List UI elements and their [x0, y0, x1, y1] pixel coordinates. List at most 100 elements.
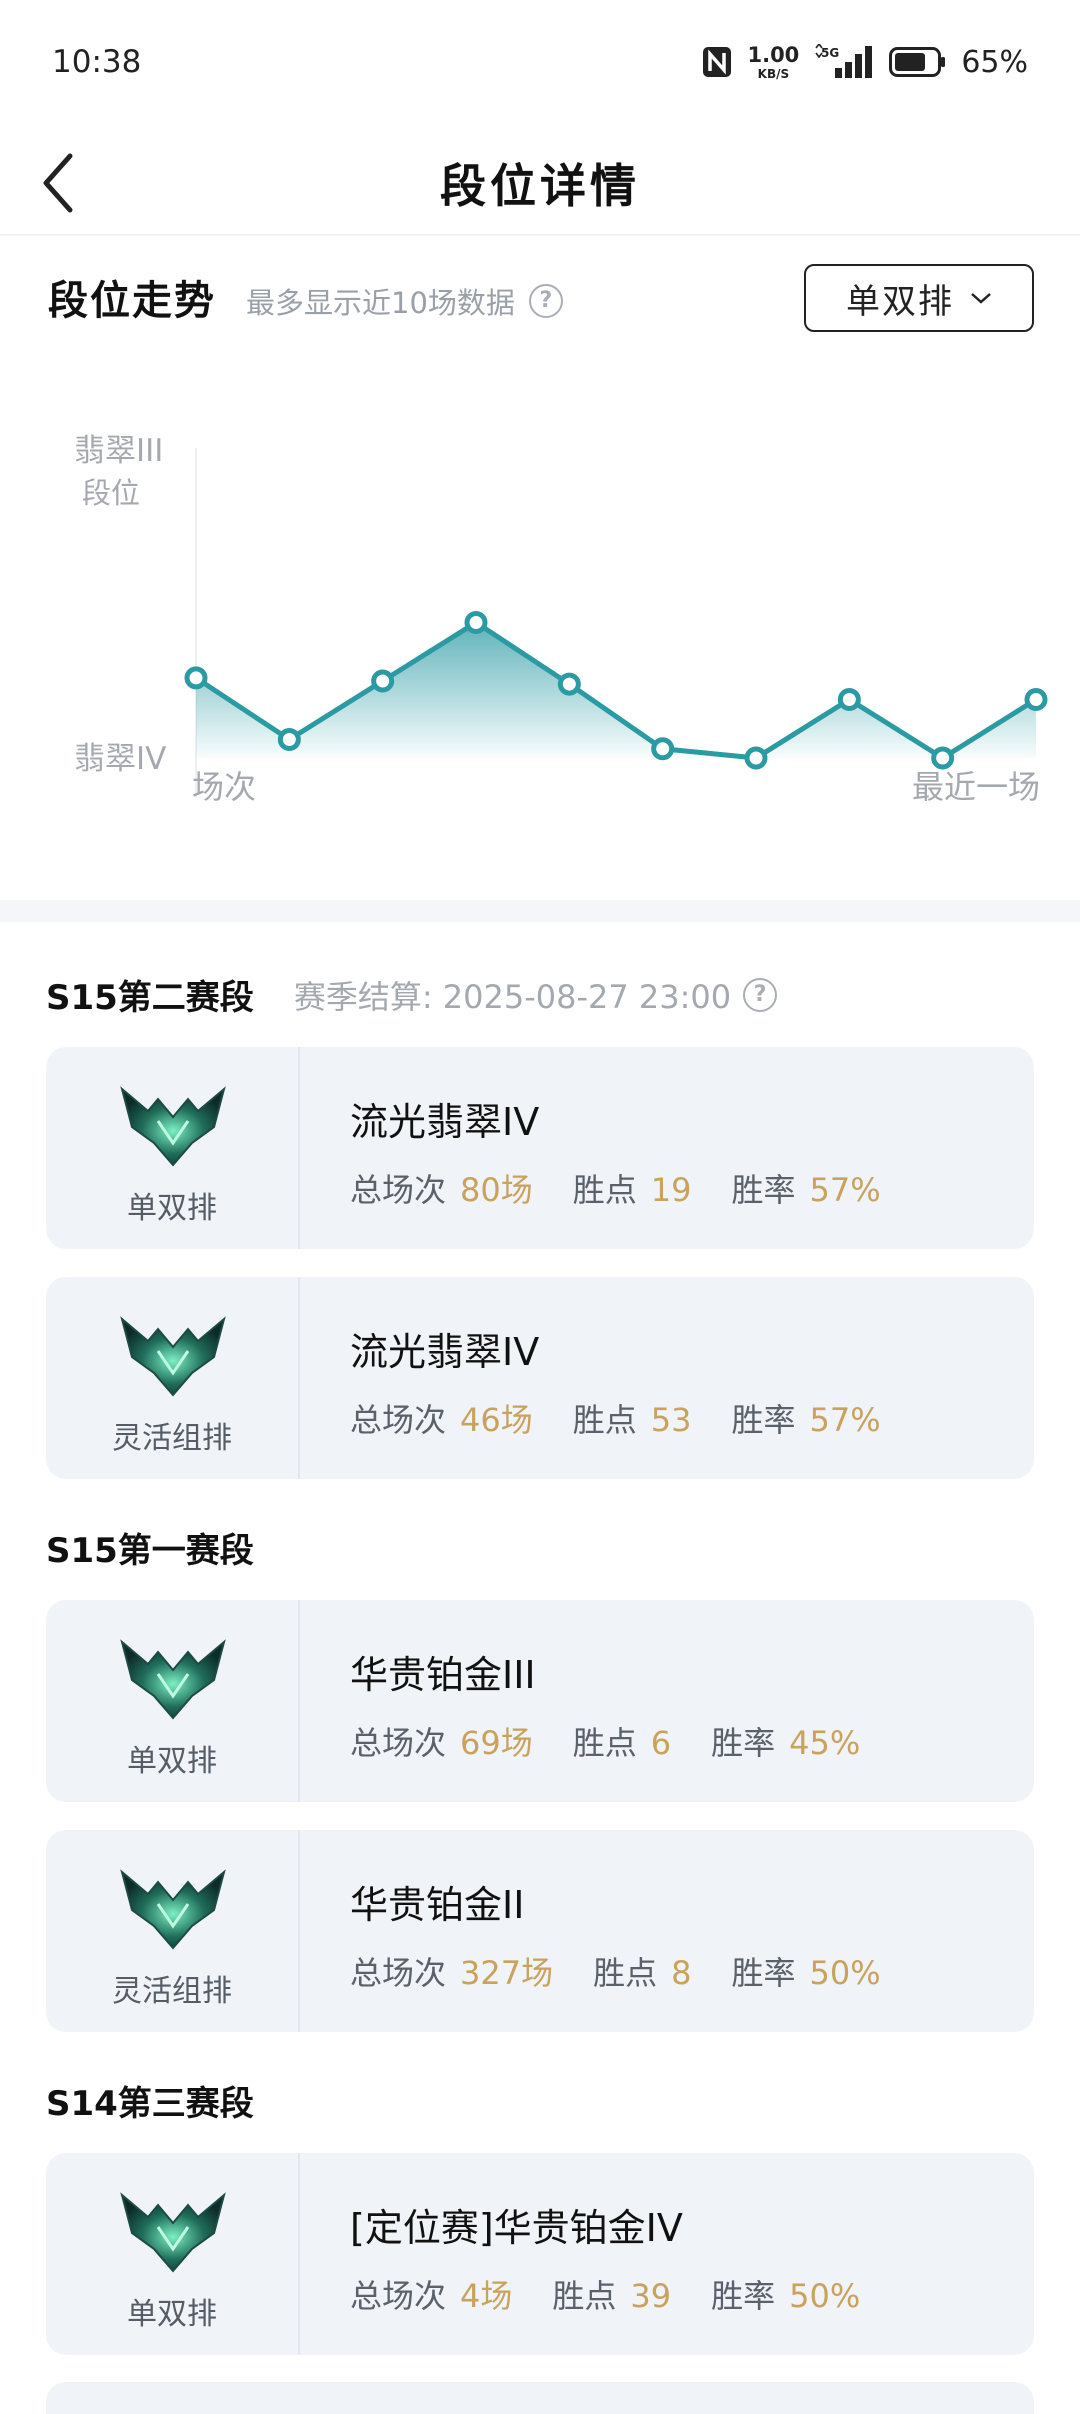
- lp-value: 8: [671, 1954, 692, 1992]
- rank-card-left: 单双排: [46, 1047, 300, 1249]
- season-header: S15第二赛段 赛季结算: 2025-08-27 23:00?: [46, 970, 778, 1019]
- winrate-value: 50%: [809, 1954, 881, 1992]
- net-speed-unit: KB/S: [757, 66, 790, 81]
- winrate-label: 胜率: [731, 1401, 796, 1439]
- rank-name: 流光翡翠IV: [350, 1100, 540, 1144]
- queue-label: 灵活组排: [112, 1421, 232, 1456]
- lp-value: 19: [650, 1171, 692, 1209]
- queue-label: 单双排: [127, 1191, 217, 1226]
- rank-card[interactable]: 单双排 [定位赛]华贵铂金IV 总场次 4场 胜点 39 胜率 50%: [46, 2153, 1034, 2355]
- rank-card[interactable]: 单双排 流光翡翠IV 总场次 80场 胜点 19 胜率 57%: [46, 1047, 1034, 1249]
- games-value: 69场: [460, 1724, 533, 1762]
- queue-label: 单双排: [127, 1744, 217, 1779]
- season-name: S15第二赛段: [46, 978, 254, 1018]
- stats-row: 总场次 69场 胜点 6 胜率 45%: [350, 1718, 860, 1764]
- y-tick-label: 翡翠IV: [74, 741, 166, 777]
- battery-icon: [889, 47, 946, 77]
- queue-label: 单双排: [127, 2297, 217, 2332]
- rank-emblem-icon: [120, 1316, 226, 1397]
- rank-emblem-icon: [120, 1869, 226, 1950]
- data-point[interactable]: [837, 687, 861, 711]
- section-divider: [0, 900, 1080, 922]
- status-time: 10:38: [52, 44, 142, 80]
- y-axis-label: 段位: [82, 476, 140, 510]
- data-point[interactable]: [464, 610, 488, 634]
- x-axis-end-label: 最近一场: [912, 768, 1040, 806]
- season-header: S15第一赛段: [46, 1523, 254, 1572]
- winrate-value: 50%: [789, 2277, 861, 2315]
- help-icon[interactable]: ?: [743, 977, 778, 1012]
- lp-label: 胜点: [552, 2277, 617, 2315]
- winrate-value: 57%: [809, 1401, 881, 1439]
- games-label: 总场次: [350, 1171, 447, 1209]
- games-value: 46场: [460, 1401, 533, 1439]
- games-label: 总场次: [350, 1401, 447, 1439]
- season-header: S14第三赛段: [46, 2076, 254, 2125]
- help-icon[interactable]: ?: [528, 284, 563, 318]
- rank-card-left: 单双排: [46, 2153, 300, 2355]
- data-point[interactable]: [931, 746, 955, 770]
- winrate-label: 胜率: [711, 1724, 776, 1762]
- lp-value: 39: [630, 2277, 672, 2315]
- rank-trend-section: 段位走势 最多显示近10场数据 ? 单双排 段位 翡翠III 翡翠IV 场次 最近…: [0, 238, 1080, 898]
- lp-label: 胜点: [572, 1401, 637, 1439]
- season-settlement-text: 赛季结算: 2025-08-27 23:00: [293, 977, 732, 1016]
- stats-row: 总场次 46场 胜点 53 胜率 57%: [350, 1395, 881, 1441]
- winrate-label: 胜率: [711, 2277, 776, 2315]
- rank-name: [定位赛]华贵铂金IV: [350, 2206, 683, 2250]
- net-speed-value: 1.00: [747, 42, 800, 67]
- data-point[interactable]: [184, 666, 208, 690]
- games-label: 总场次: [350, 1724, 447, 1762]
- header: 段位详情: [0, 130, 1080, 236]
- rank-emblem-icon: [120, 1086, 226, 1167]
- season-name: S15第一赛段: [46, 1531, 254, 1571]
- winrate-value: 57%: [809, 1171, 881, 1209]
- rank-name: 华贵铂金III: [350, 1653, 536, 1697]
- chevron-down-icon: [971, 293, 991, 304]
- lp-value: 6: [650, 1724, 672, 1762]
- page-title: 段位详情: [440, 159, 640, 213]
- x-axis-start-label: 场次: [192, 768, 256, 806]
- trend-title: 段位走势: [48, 278, 216, 324]
- games-label: 总场次: [350, 2277, 447, 2315]
- winrate-value: 45%: [789, 1724, 861, 1762]
- nfc-icon: [703, 47, 732, 77]
- rank-card[interactable]: 单双排 华贵铂金III 总场次 69场 胜点 6 胜率 45%: [46, 1600, 1034, 1802]
- lp-label: 胜点: [572, 1724, 637, 1762]
- stats-row: 总场次 327场 胜点 8 胜率 50%: [350, 1948, 881, 1994]
- season-settlement-note: 赛季结算: 2025-08-27 23:00?: [293, 972, 778, 1018]
- rank-emblem-icon: [120, 1639, 226, 1720]
- season-name: S14第三赛段: [46, 2084, 254, 2124]
- games-value: 4场: [460, 2277, 513, 2315]
- battery-percent: 65%: [961, 44, 1028, 80]
- lp-label: 胜点: [572, 1171, 637, 1209]
- data-point[interactable]: [651, 737, 675, 761]
- data-point[interactable]: [744, 746, 768, 770]
- data-point[interactable]: [371, 669, 395, 693]
- rank-trend-chart: 段位 翡翠III 翡翠IV 场次 最近一场: [74, 433, 1048, 806]
- y-tick-label: 翡翠III: [74, 433, 163, 469]
- trend-subtitle: 最多显示近10场数据 ?: [246, 280, 563, 322]
- data-point[interactable]: [1024, 687, 1048, 711]
- signal-icon: 5G: [815, 44, 873, 78]
- lp-value: 53: [650, 1401, 692, 1439]
- rank-card-partial[interactable]: [46, 2382, 1034, 2414]
- rank-card-left: 灵活组排: [46, 1277, 300, 1479]
- net-speed: 1.00 KB/S: [747, 42, 800, 81]
- rank-card[interactable]: 灵活组排 华贵铂金II 总场次 327场 胜点 8 胜率 50%: [46, 1830, 1034, 2032]
- winrate-label: 胜率: [731, 1171, 796, 1209]
- rank-card[interactable]: 灵活组排 流光翡翠IV 总场次 46场 胜点 53 胜率 57%: [46, 1277, 1034, 1479]
- rank-name: 流光翡翠IV: [350, 1330, 540, 1374]
- network-type: 5G: [821, 46, 839, 60]
- trend-subtitle-text: 最多显示近10场数据: [246, 286, 515, 320]
- data-point[interactable]: [277, 728, 301, 752]
- rank-card-left: 单双排: [46, 1600, 300, 1802]
- lp-label: 胜点: [593, 1954, 658, 1992]
- games-value: 80场: [460, 1171, 533, 1209]
- stats-row: 总场次 4场 胜点 39 胜率 50%: [350, 2271, 860, 2317]
- queue-label: 灵活组排: [112, 1974, 232, 2009]
- queue-dropdown-label: 单双排: [846, 281, 954, 322]
- status-bar: 10:38 1.00 KB/S 5G 65%: [0, 0, 1080, 130]
- queue-dropdown[interactable]: 单双排: [804, 264, 1034, 332]
- data-point[interactable]: [557, 672, 581, 696]
